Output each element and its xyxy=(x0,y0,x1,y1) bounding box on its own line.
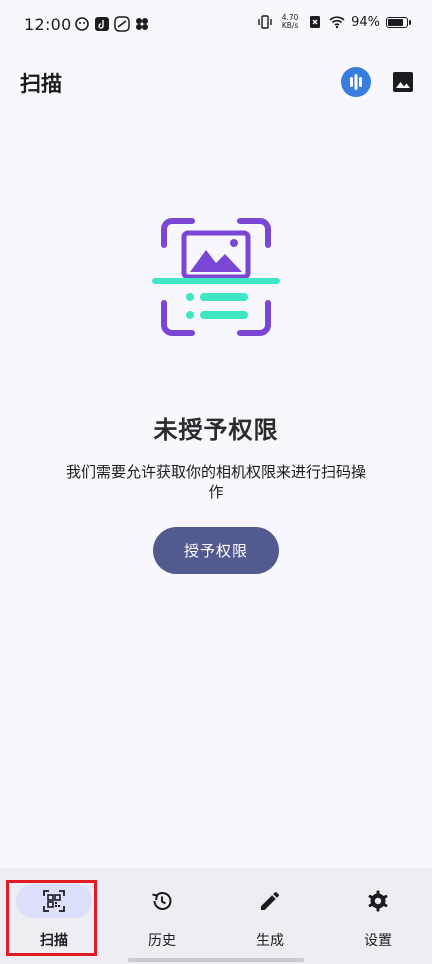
notification-icons xyxy=(74,16,150,32)
network-speed-unit: KB/s xyxy=(281,21,299,30)
battery-icon xyxy=(386,16,411,28)
pencil-icon xyxy=(261,892,279,910)
nav-item-history[interactable]: 历史 xyxy=(108,868,216,964)
scan-image-document-illustration xyxy=(152,218,280,336)
status-right: 4.70 KB/s 94% xyxy=(257,14,411,30)
voice-wave-icon xyxy=(350,74,362,90)
status-time: 12:00 xyxy=(24,15,72,34)
nav-item-settings[interactable]: 设置 xyxy=(324,868,432,964)
vibrate-icon xyxy=(258,15,272,29)
network-speed: 4.70 KB/s xyxy=(279,14,301,30)
permission-message: 我们需要允许获取你的相机权限来进行扫码操作 xyxy=(65,463,366,501)
app-notification-icon xyxy=(75,17,89,31)
grant-permission-button[interactable]: 授予权限 xyxy=(153,527,279,574)
tiktok-icon xyxy=(95,17,109,31)
battery-level xyxy=(388,18,403,26)
wifi-icon xyxy=(329,16,345,29)
highlight-box xyxy=(6,880,97,956)
nav-label-generate: 生成 xyxy=(256,933,284,949)
home-indicator xyxy=(128,958,304,962)
history-icon xyxy=(152,892,172,910)
permission-headline: 未授予权限 xyxy=(153,416,279,444)
gallery-button[interactable] xyxy=(391,70,415,94)
nav-label-settings: 设置 xyxy=(364,933,392,949)
gear-icon xyxy=(368,890,388,912)
battery-percent: 94% xyxy=(351,14,380,30)
status-bar: 12:00 4.70 KB/s 94% xyxy=(0,0,432,50)
nav-item-generate[interactable]: 生成 xyxy=(216,868,324,964)
image-gallery-icon xyxy=(393,72,413,92)
link-app-icon xyxy=(114,16,130,32)
voice-button[interactable] xyxy=(341,67,371,97)
no-sim-icon xyxy=(310,16,321,28)
pinwheel-icon xyxy=(136,18,148,30)
nav-label-history: 历史 xyxy=(148,933,176,949)
page-title: 扫描 xyxy=(20,72,62,96)
